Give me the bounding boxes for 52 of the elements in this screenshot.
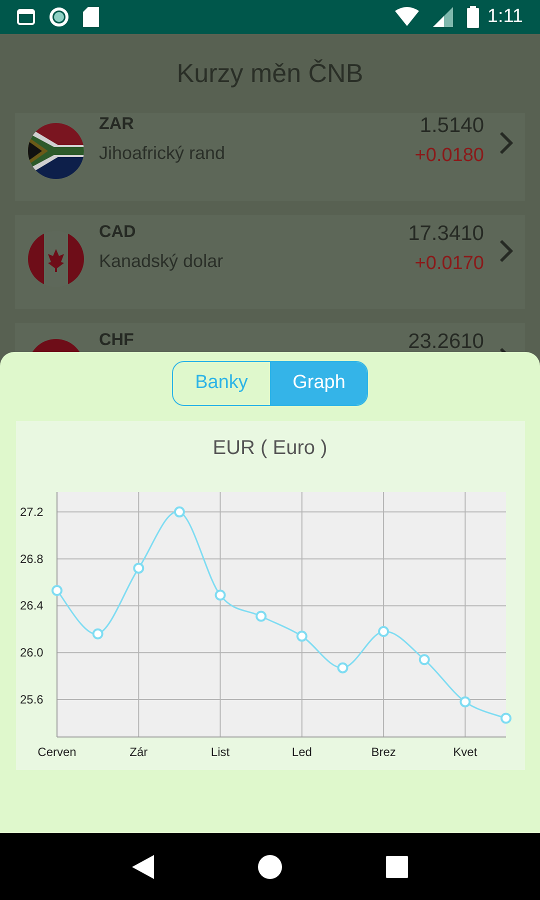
axis-label: 26.0 — [20, 646, 43, 660]
currency-card[interactable]: CAD Kanadský dolar 17.3410 +0.0170 — [15, 215, 525, 309]
data-point — [296, 630, 307, 642]
currency-code: ZAR — [99, 115, 135, 132]
data-point — [51, 584, 62, 596]
data-point — [132, 562, 144, 574]
axis-label: Brez — [370, 745, 396, 759]
battery-icon — [467, 6, 480, 28]
data-point — [500, 712, 511, 724]
segment-tab[interactable]: Graph — [270, 362, 367, 405]
data-point — [378, 626, 389, 637]
axis-label: 26.8 — [20, 552, 43, 566]
home-icon[interactable] — [258, 854, 282, 878]
signal-icon — [433, 7, 454, 27]
data-point — [214, 590, 226, 601]
segment-tab[interactable]: Banky — [173, 362, 270, 405]
axis-label: 26.4 — [20, 598, 43, 613]
axis-label: Kvet — [452, 745, 477, 759]
record-icon — [49, 7, 69, 27]
chart-title: EUR ( Euro ) — [212, 436, 328, 461]
currency-card[interactable]: CHF 23.2610 — [15, 323, 525, 352]
currency-name: Jihoafrický rand — [99, 144, 226, 162]
data-point — [336, 662, 348, 674]
axis-label: List — [210, 745, 230, 759]
data-point — [255, 610, 266, 622]
axis-label: 27.2 — [20, 504, 43, 519]
data-point — [459, 696, 470, 708]
rate-change: +0.0180 — [414, 146, 484, 165]
flag-icon — [28, 123, 84, 179]
axis-label: Zár — [129, 745, 148, 759]
currency-name: Kanadský dolar — [99, 252, 224, 270]
currency-code: CAD — [99, 223, 137, 240]
chevron-right-icon — [499, 239, 513, 263]
axis-label: 25.6 — [20, 692, 43, 706]
sd-card-icon — [83, 7, 99, 27]
exchange-rate: 17.3410 — [408, 223, 484, 244]
data-point — [418, 654, 430, 666]
chevron-right-icon — [499, 131, 513, 155]
exchange-rate: 1.5140 — [420, 115, 484, 136]
axis-label: Cerven — [37, 745, 76, 759]
currency-card[interactable]: ZAR Jihoafrický rand 1.5140 +0.0180 — [15, 113, 525, 201]
status-time: 1:11 — [487, 4, 523, 29]
data-point — [92, 628, 103, 640]
wifi-icon — [395, 7, 420, 27]
currency-code: CHF — [99, 331, 135, 348]
data-point — [173, 506, 184, 518]
window-icon — [17, 9, 35, 25]
rate-change: +0.0170 — [414, 254, 484, 273]
axis-label: Led — [291, 745, 312, 759]
back-icon[interactable] — [132, 854, 154, 878]
recents-icon[interactable] — [386, 856, 408, 878]
exchange-rate: 23.2610 — [408, 331, 484, 352]
